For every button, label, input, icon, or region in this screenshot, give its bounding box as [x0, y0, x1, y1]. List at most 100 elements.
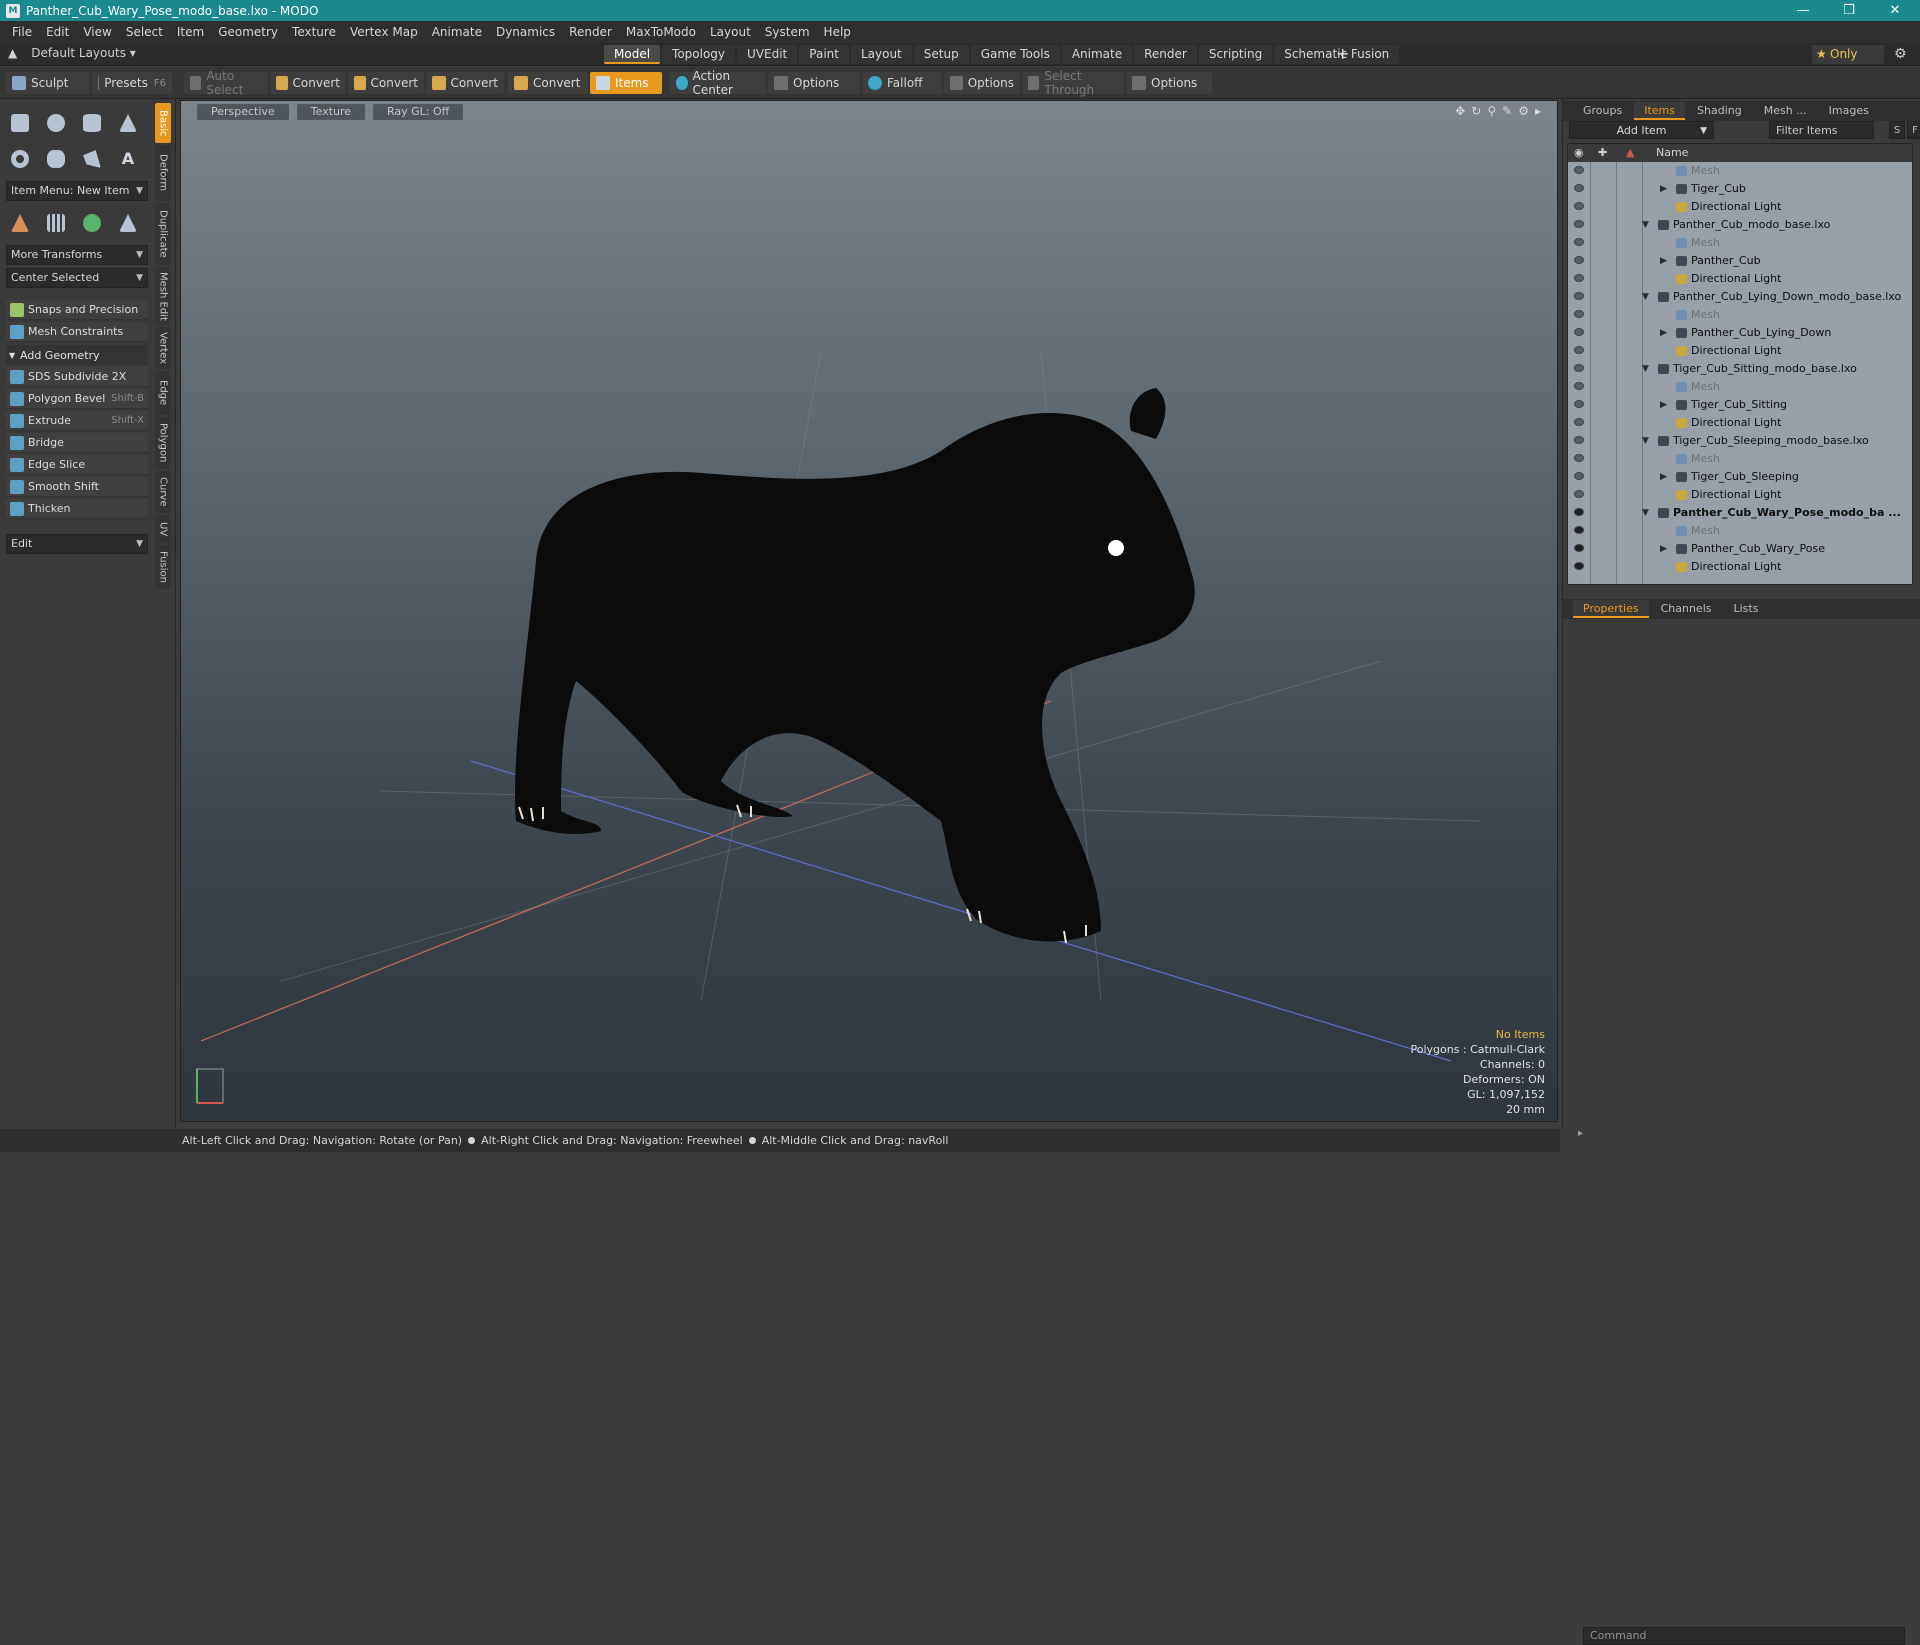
tab-setup[interactable]: Setup [913, 45, 969, 64]
tree-row[interactable]: Directional Light [1568, 414, 1904, 432]
panel-tab-shading[interactable]: Shading [1687, 102, 1752, 120]
collapse-arrow-icon[interactable]: ▼ [1642, 360, 1649, 378]
visibility-eye-icon[interactable] [1574, 202, 1584, 210]
vtab-polygon[interactable]: Polygon [155, 417, 171, 469]
pen-icon[interactable] [76, 143, 108, 175]
tree-row[interactable]: ▶ Panther_Cub [1568, 252, 1904, 270]
tree-row[interactable]: ▼ Tiger_Cub_Sleeping_modo_base.lxo [1568, 432, 1904, 450]
visibility-eye-icon[interactable] [1574, 544, 1584, 552]
visibility-eye-icon[interactable] [1574, 562, 1584, 570]
select-through-button[interactable]: Select Through [1022, 69, 1124, 97]
vtab-fusion[interactable]: Fusion [155, 545, 171, 589]
menu-system[interactable]: System [765, 25, 810, 39]
sculpt-button[interactable]: Sculpt [6, 72, 90, 94]
vtab-mesh-edit[interactable]: Mesh Edit [155, 267, 171, 325]
convert-edges-button[interactable]: Convert [348, 72, 424, 94]
tab-layout[interactable]: Layout [850, 45, 912, 64]
visibility-eye-icon[interactable] [1574, 436, 1584, 444]
cone-icon[interactable] [112, 107, 144, 139]
auto-select-button[interactable]: Auto Select [184, 69, 268, 97]
close-button[interactable]: ✕ [1872, 0, 1918, 21]
tree-row[interactable]: ▼ Panther_Cub_modo_base.lxo [1568, 216, 1904, 234]
panel-tab-items[interactable]: Items [1634, 102, 1686, 120]
tree-row[interactable]: Mesh [1568, 378, 1904, 396]
add-tab-icon[interactable]: + [1336, 44, 1349, 63]
default-layouts-dropdown[interactable]: Default Layouts ▾ [31, 46, 136, 60]
menu-dynamics[interactable]: Dynamics [496, 25, 555, 39]
menu-vertex-map[interactable]: Vertex Map [350, 25, 418, 39]
edit-dropdown[interactable]: Edit ▼ [6, 534, 148, 554]
3d-viewport[interactable]: Perspective Texture Ray GL: Off ✥ ↻ ⚲ ✎ … [180, 100, 1558, 1122]
visibility-eye-icon[interactable] [1574, 274, 1584, 282]
vtab-vertex[interactable]: Vertex [155, 327, 171, 369]
visibility-eye-icon[interactable] [1574, 364, 1584, 372]
eye-column-icon[interactable]: ◉ [1574, 144, 1584, 162]
visibility-eye-icon[interactable] [1574, 346, 1584, 354]
visibility-eye-icon[interactable] [1574, 400, 1584, 408]
menu-help[interactable]: Help [824, 25, 851, 39]
vtab-edge[interactable]: Edge [155, 371, 171, 415]
select-options-button[interactable]: Options [1126, 72, 1212, 94]
convert-polygons-button[interactable]: Convert [426, 72, 504, 94]
visibility-eye-icon[interactable] [1574, 238, 1584, 246]
cube-icon[interactable] [4, 107, 36, 139]
visibility-eye-icon[interactable] [1574, 454, 1584, 462]
convert-items-button[interactable]: Convert [508, 72, 588, 94]
gear-icon[interactable]: ⚙ [1894, 46, 1907, 62]
tree-row[interactable]: Mesh [1568, 234, 1904, 252]
falloff-button[interactable]: Falloff [862, 72, 942, 94]
tree-row[interactable]: ▶ Panther_Cub_Wary_Pose [1568, 540, 1904, 558]
expand-arrow-icon[interactable]: ▶ [1660, 324, 1667, 342]
visibility-eye-icon[interactable] [1574, 220, 1584, 228]
tube-icon[interactable] [40, 143, 72, 175]
tab-model[interactable]: Model [604, 45, 661, 64]
vtab-curve[interactable]: Curve [155, 471, 171, 513]
visibility-eye-icon[interactable] [1574, 418, 1584, 426]
visibility-eye-icon[interactable] [1574, 166, 1584, 174]
tree-row[interactable]: Directional Light [1568, 558, 1904, 576]
perspective-button[interactable]: Perspective [197, 104, 289, 120]
items-mode-button[interactable]: Items [590, 72, 662, 94]
tab-scripting[interactable]: Scripting [1198, 45, 1273, 64]
menu-edit[interactable]: Edit [46, 25, 69, 39]
add-geometry-header[interactable]: ▼ Add Geometry [6, 345, 148, 365]
tab-paint[interactable]: Paint [799, 45, 849, 64]
prop-tab-channels[interactable]: Channels [1651, 600, 1722, 618]
rotate-view-icon[interactable]: ↻ [1471, 104, 1481, 118]
vtab-duplicate[interactable]: Duplicate [155, 203, 171, 265]
collapse-arrow-icon[interactable]: ▼ [1642, 504, 1649, 522]
more-transforms-dropdown[interactable]: More Transforms ▼ [6, 245, 148, 265]
transform-icon[interactable] [4, 207, 36, 239]
presets-button[interactable]: Presets F6 [92, 72, 172, 94]
tab-topology[interactable]: Topology [662, 45, 736, 64]
scale-icon[interactable] [112, 207, 144, 239]
tree-row[interactable]: Directional Light [1568, 270, 1904, 288]
layout-collapse-icon[interactable]: ▲ [8, 46, 17, 60]
sphere-icon[interactable] [40, 107, 72, 139]
tool-smooth-shift[interactable]: Smooth Shift [6, 477, 148, 497]
tree-row[interactable]: ▼ Panther_Cub_Wary_Pose_modo_ba ... [1568, 504, 1904, 522]
item-menu-dropdown[interactable]: Item Menu: New Item ▼ [6, 181, 148, 201]
visibility-eye-icon[interactable] [1574, 328, 1584, 336]
only-button[interactable]: ★ Only [1812, 45, 1884, 64]
vtab-deform[interactable]: Deform [155, 145, 171, 201]
visibility-eye-icon[interactable] [1574, 472, 1584, 480]
tool-edge-slice[interactable]: Edge Slice [6, 455, 148, 475]
tree-row[interactable]: ▼ Panther_Cub_Lying_Down_modo_base.lxo [1568, 288, 1904, 306]
tab-game-tools[interactable]: Game Tools [970, 45, 1060, 64]
torus-icon[interactable] [4, 143, 36, 175]
f-button[interactable]: F [1907, 121, 1920, 139]
text-icon[interactable]: A [112, 143, 144, 175]
lock-column-icon[interactable]: ✚ [1598, 144, 1607, 162]
action-center-options-button[interactable]: Options [768, 72, 860, 94]
menu-texture[interactable]: Texture [292, 25, 336, 39]
brush-icon[interactable]: ✎ [1502, 104, 1512, 118]
action-center-button[interactable]: Action Center [670, 69, 766, 97]
visibility-eye-icon[interactable] [1574, 526, 1584, 534]
tool-thicken[interactable]: Thicken [6, 499, 148, 519]
menu-item[interactable]: Item [177, 25, 204, 39]
snaps-precision-button[interactable]: Snaps and Precision [6, 300, 148, 320]
prop-tab-properties[interactable]: Properties [1573, 600, 1649, 618]
raygl-button[interactable]: Ray GL: Off [373, 104, 464, 120]
expand-arrow-icon[interactable]: ▶ [1660, 396, 1667, 414]
